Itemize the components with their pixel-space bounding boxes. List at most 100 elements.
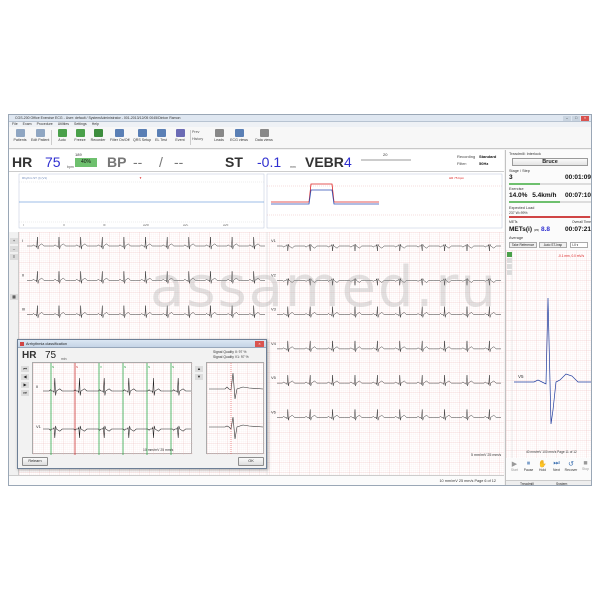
el-test-button[interactable]: EL Test <box>152 129 170 146</box>
recover-icon: ↺ <box>568 461 574 468</box>
data-views-button[interactable]: Data views <box>255 129 273 146</box>
signal-quality-1: Signal Quality II: 97 % <box>213 350 247 354</box>
relearn-button[interactable]: Relearn <box>22 457 48 466</box>
ecg-footer: 10 mm/mV 25 mm/s Page 6 of 12 <box>9 475 504 485</box>
window-title: CGS-200 Office Exercise ECG - User: defa… <box>15 116 181 120</box>
next-icon: ⏭ <box>553 460 560 467</box>
avg-play-icon[interactable] <box>507 252 512 257</box>
expected-load-label: Expected Load <box>509 206 535 210</box>
dialog-title-bar: Arrhythmia classification × <box>18 340 266 348</box>
zoom-out-icon[interactable]: – <box>10 246 18 252</box>
edit-patient-button[interactable]: Edit Patient <box>31 129 49 146</box>
start-button[interactable]: ▶ Start <box>508 460 521 472</box>
leads-button[interactable]: Leads <box>210 129 228 146</box>
tab-treadmill[interactable]: Treadmill <box>520 482 534 485</box>
beat-mark-label: N <box>52 365 54 369</box>
ecg-lead-label-left: III <box>22 307 25 312</box>
stage-time: 00:01:09 <box>564 174 591 181</box>
avg-st-readout: -0.1 mm, 0.0 mV/s <box>558 254 584 258</box>
hold-button[interactable]: ✋ Hold <box>536 460 549 472</box>
el-test-icon <box>156 129 166 137</box>
pause-button[interactable]: ⏸ Pause <box>522 460 535 472</box>
avg-forward-icon[interactable] <box>507 258 512 263</box>
vebr-label: VEBR <box>305 154 344 170</box>
freeze-button[interactable]: Freeze <box>71 129 89 146</box>
lead-select-icon[interactable]: ▦ <box>10 294 18 300</box>
maximize-icon[interactable]: □ <box>572 116 580 121</box>
leads-icon <box>214 129 224 137</box>
trend-lead-label: II <box>63 223 65 227</box>
hr-label: HR <box>12 154 33 170</box>
next-button[interactable]: ⏭ Next <box>550 460 563 472</box>
overall-time: 00:07:21 <box>564 226 591 233</box>
qrs-setup-button[interactable]: QRS Setup <box>133 129 151 146</box>
ecg-lead-label-left: I <box>22 238 23 243</box>
average-beat-panel: -0.1 mm, 0.0 mV/s V5 40 mm/mV 100 mm/s P… <box>506 250 591 458</box>
ok-button[interactable]: OK <box>238 457 264 466</box>
bp-label: BP <box>107 154 127 170</box>
ecg-views-icon <box>234 129 244 137</box>
dialog-title: Arrhythmia classification <box>26 341 67 346</box>
protocol-button[interactable]: Bruce <box>512 158 588 166</box>
first-beat-icon[interactable]: ⏮ <box>21 366 29 372</box>
dialog-beat-nav: ▲ ▼ <box>194 362 204 392</box>
recover-button[interactable]: ↺ Recover <box>564 460 578 472</box>
avg-back-icon[interactable] <box>507 264 512 269</box>
expected-load-value: 237 W=99% <box>509 211 528 215</box>
trend-chart: Rhythm ST (I) (V1) ▼ I II III aVR aVL aVF HR … <box>9 172 504 232</box>
tab-system[interactable]: System <box>556 482 567 485</box>
recorder-button[interactable]: Recorder <box>89 129 107 146</box>
filter-value: 50Hz <box>479 161 489 166</box>
trend-lead-label: III <box>103 223 106 227</box>
page-icon[interactable]: ≡ <box>10 254 18 260</box>
zoom-in-icon[interactable]: + <box>10 238 18 244</box>
bottom-tabs: Treadmill System <box>506 480 591 485</box>
event-button[interactable]: Event <box>171 129 189 146</box>
bp-systolic: -- <box>133 154 143 170</box>
exercise-label: Exercise <box>509 187 524 191</box>
auto-button[interactable]: Auto <box>53 129 71 146</box>
beat-mark-label: N <box>148 365 150 369</box>
trend-left-marker: ▼ <box>139 176 142 180</box>
overall-label: Overall Time <box>571 220 591 224</box>
avg-page-icon[interactable] <box>507 270 512 275</box>
close-icon[interactable]: × <box>581 116 589 121</box>
trend-lead-label: aVF <box>223 223 229 227</box>
st-value: -0.1 <box>257 154 282 170</box>
trend-lead-label: aVL <box>183 223 189 227</box>
exercise-progress <box>509 201 591 203</box>
last-beat-icon[interactable]: ⏭ <box>21 390 29 396</box>
watermark: assamed.ru <box>150 255 498 320</box>
filter-label: Filter: <box>457 161 467 166</box>
ecg-views-button[interactable]: ECG views <box>230 129 248 146</box>
stop-button[interactable]: ■ Stop <box>579 460 591 471</box>
event-icon <box>175 129 185 137</box>
beat-down-icon[interactable]: ▼ <box>195 374 203 380</box>
window-controls: – □ × <box>563 116 589 121</box>
avg-lead-label: V5 <box>518 374 524 379</box>
dialog-close-icon[interactable]: × <box>255 341 264 347</box>
hr-value: 75 <box>45 154 61 170</box>
ecg-lead-label-right: V4 <box>271 341 277 346</box>
trend-panel: Rhythm ST (I) (V1) ▼ I II III aVR aVL aVF HR … <box>9 172 504 232</box>
dialog-strip: N S V N N N II V1 10 mm/mV 25 mm/s <box>32 362 193 455</box>
beat-up-icon[interactable]: ▲ <box>195 366 203 372</box>
beat-mark-label: N <box>172 365 174 369</box>
patients-button[interactable]: Patients <box>11 129 29 146</box>
next-beat-icon[interactable]: ▶ <box>21 382 29 388</box>
auto-st-button[interactable]: Auto ST-Insp <box>539 242 567 248</box>
data-views-icon <box>259 129 269 137</box>
toolbar: Patients Edit Patient Auto Freeze Record… <box>9 127 591 149</box>
average-beat-chart: -0.1 mm, 0.0 mV/s V5 40 mm/mV 100 mm/s P… <box>506 250 591 458</box>
beat-mark-label: S <box>76 365 78 369</box>
take-reference-button[interactable]: Take Reference <box>509 242 537 248</box>
prev-history[interactable]: Prev History <box>192 130 208 141</box>
filter-button[interactable]: Filter On/Off <box>110 129 130 146</box>
dialog-lead2: V1 <box>36 424 42 429</box>
vebr-value: 4 <box>344 154 352 170</box>
treadmill-controls: ▶ Start ⏸ Pause ✋ Hold ⏭ Next ↺ Recover ■ Stop <box>506 460 591 480</box>
prev-beat-icon[interactable]: ◀ <box>21 374 29 380</box>
signal-quality-2: Signal Quality V1: 97 % <box>213 355 249 359</box>
minimize-icon[interactable]: – <box>563 116 571 121</box>
lead-select[interactable]: I-II ▾ <box>570 242 588 248</box>
